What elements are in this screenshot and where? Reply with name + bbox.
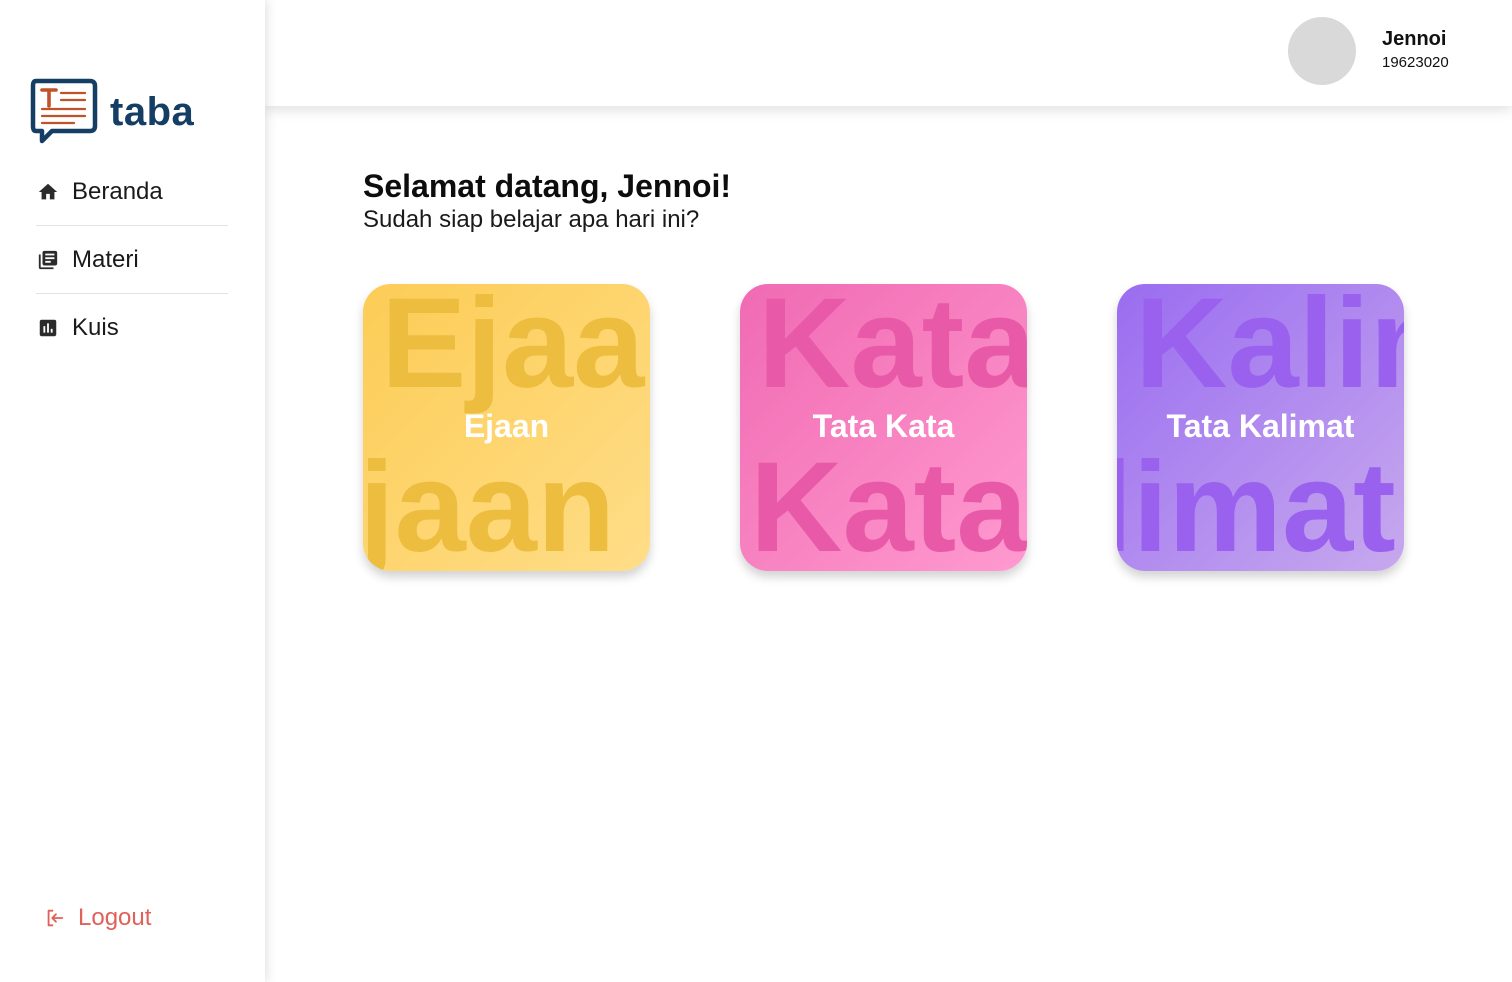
avatar[interactable]: [1288, 17, 1356, 85]
card-ejaan[interactable]: Ejaan jaan Ejaan: [363, 284, 650, 571]
logout-label: Logout: [78, 904, 152, 931]
sidebar-item-materi[interactable]: Materi: [36, 226, 228, 294]
card-bg-text: Kata: [750, 436, 1027, 572]
page-title: Selamat datang, Jennoi!: [363, 168, 732, 204]
logout-icon: [47, 909, 64, 927]
card-tata-kalimat[interactable]: Kalim limat Tata Kalimat: [1117, 284, 1404, 571]
page-subtitle: Sudah siap belajar apa hari ini?: [363, 206, 700, 233]
card-bg-text: Kata: [758, 284, 1027, 415]
card-tata-kata[interactable]: Kata Kata Tata Kata: [740, 284, 1027, 571]
logout-button[interactable]: Logout: [44, 904, 151, 932]
chart-icon: [36, 316, 60, 340]
user-id: 19623020: [1382, 54, 1449, 71]
sidebar-item-label: Materi: [72, 245, 139, 273]
app-logo[interactable]: taba: [30, 78, 194, 146]
sidebar-nav: Beranda Materi Kuis: [36, 158, 228, 362]
card-title: Tata Kata: [812, 408, 955, 444]
card-bg-text: jaan: [363, 436, 616, 572]
sidebar: taba Beranda Materi Kuis Logout: [0, 0, 265, 982]
logo-chat-icon: [30, 78, 98, 144]
card-title: Ejaan: [463, 408, 550, 444]
top-bar: Jennoi 19623020: [265, 0, 1512, 106]
sidebar-item-beranda[interactable]: Beranda: [36, 158, 228, 226]
app-name: taba: [110, 89, 195, 134]
sidebar-item-label: Beranda: [72, 177, 163, 205]
user-name: Jennoi: [1382, 28, 1447, 50]
card-bg-text: limat: [1117, 436, 1396, 572]
book-icon: [36, 248, 60, 272]
home-icon: [36, 180, 60, 204]
sidebar-item-kuis[interactable]: Kuis: [36, 294, 228, 362]
card-title: Tata Kalimat: [1166, 408, 1355, 444]
card-bg-text: Ejaan: [381, 284, 650, 415]
card-bg-text: Kalim: [1135, 284, 1404, 415]
sidebar-item-label: Kuis: [72, 314, 119, 341]
